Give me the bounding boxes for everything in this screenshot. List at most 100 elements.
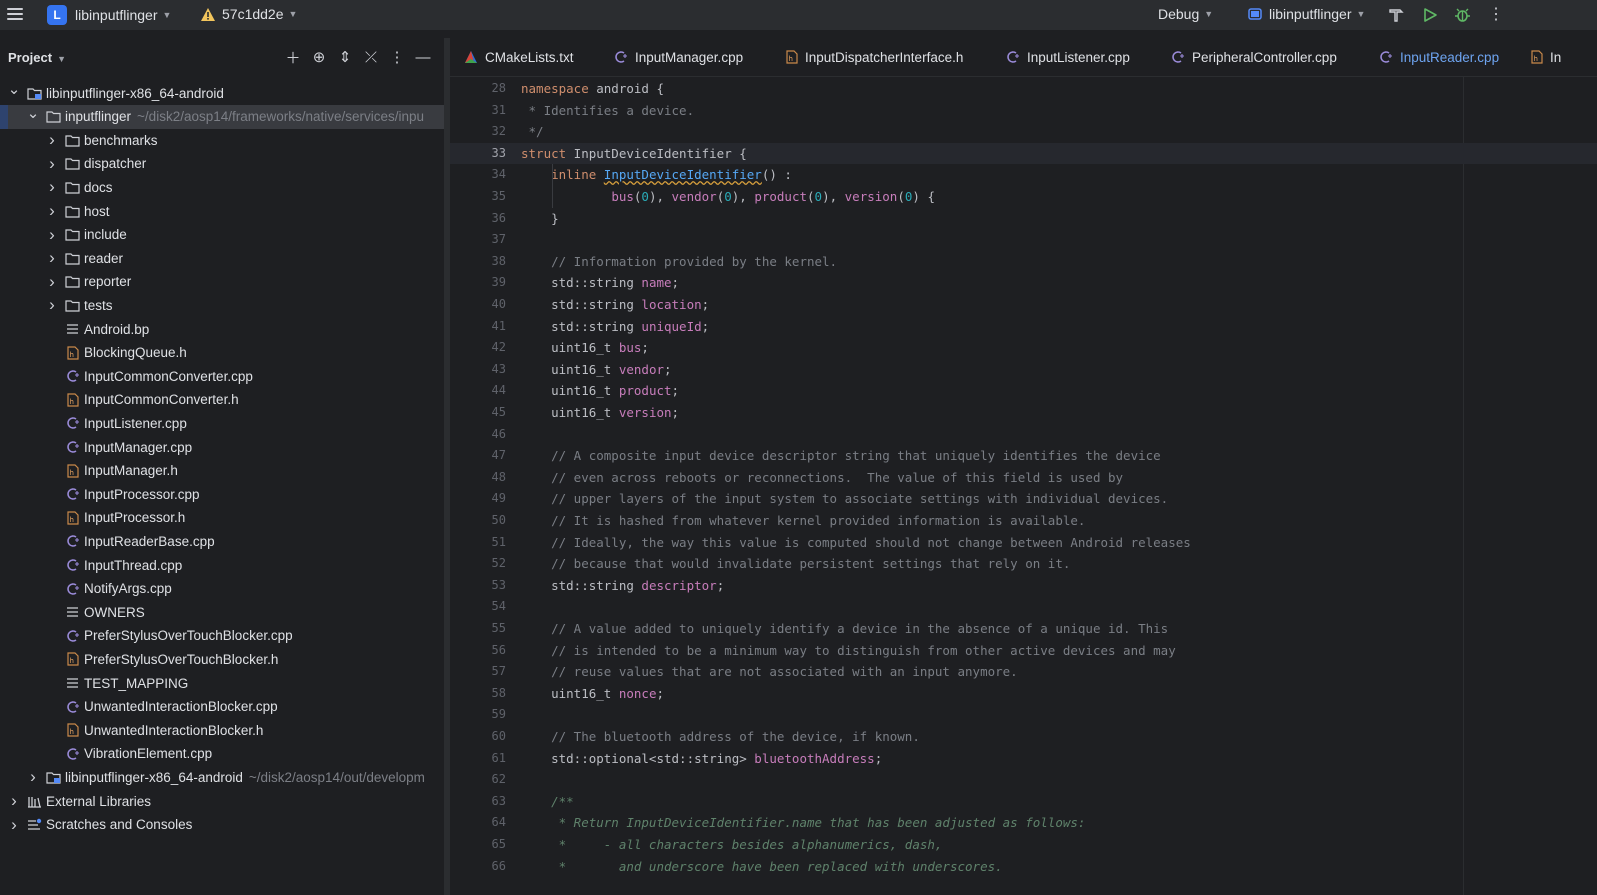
line-number[interactable]: 32	[450, 121, 520, 142]
line-number[interactable]: 48	[450, 467, 520, 488]
chevron-right-icon[interactable]: ›	[27, 767, 39, 787]
tree-node-dispatcher[interactable]: › dispatcher	[0, 152, 444, 176]
line-number[interactable]: 65	[450, 834, 520, 855]
line-number[interactable]: 38	[450, 251, 520, 272]
tree-node-host[interactable]: › host	[0, 199, 444, 223]
line-number[interactable]: 41	[450, 316, 520, 337]
vcs-branch-widget[interactable]: 57c1dd2e ▼	[200, 6, 297, 22]
line-number[interactable]: 43	[450, 359, 520, 380]
chevron-right-icon[interactable]: ›	[46, 154, 58, 174]
tree-node-inputprocessor-cpp[interactable]: InputProcessor.cpp	[0, 482, 444, 506]
line-number[interactable]: 51	[450, 532, 520, 553]
run-icon[interactable]	[1422, 7, 1438, 23]
run-config-selector[interactable]: Debug ▼	[1158, 6, 1213, 22]
tab-in[interactable]: h In	[1530, 38, 1561, 76]
tree-node-vibrationelement-cpp[interactable]: VibrationElement.cpp	[0, 742, 444, 766]
tree-node-inputcommonconverter-cpp[interactable]: InputCommonConverter.cpp	[0, 364, 444, 388]
tree-node-android-bp[interactable]: Android.bp	[0, 317, 444, 341]
code-line[interactable]: // because that would invalidate persist…	[521, 553, 1070, 574]
line-number[interactable]: 58	[450, 683, 520, 704]
tab-inputdispatcherinterface-h[interactable]: h InputDispatcherInterface.h	[785, 38, 963, 76]
code-line[interactable]: // upper layers of the input system to a…	[521, 488, 1168, 509]
tab-peripheralcontroller-cpp[interactable]: PeripheralController.cpp	[1170, 38, 1337, 76]
new-file-icon[interactable]: ＋	[280, 47, 306, 67]
line-number[interactable]: 60	[450, 726, 520, 747]
code-line[interactable]: /**	[521, 791, 574, 812]
code-line[interactable]: std::string name;	[521, 272, 679, 293]
code-line[interactable]: // A composite input device descriptor s…	[521, 445, 1161, 466]
code-line[interactable]: struct InputDeviceIdentifier {	[521, 143, 747, 164]
chevron-right-icon[interactable]: ›	[46, 272, 58, 292]
line-number[interactable]: 55	[450, 618, 520, 639]
code-line[interactable]: * and underscore have been replaced with…	[521, 856, 1003, 877]
line-number[interactable]: 49	[450, 488, 520, 509]
chevron-right-icon[interactable]: ›	[46, 177, 58, 197]
chevron-right-icon[interactable]: ›	[46, 130, 58, 150]
line-number[interactable]: 31	[450, 100, 520, 121]
tree-node-tests[interactable]: › tests	[0, 293, 444, 317]
expand-all-icon[interactable]: ⇕	[332, 47, 358, 67]
line-number[interactable]: 64	[450, 812, 520, 833]
tree-node-include[interactable]: › include	[0, 223, 444, 247]
options-icon[interactable]: ⋮	[384, 47, 410, 67]
tree-node-inputmanager-h[interactable]: h InputManager.h	[0, 459, 444, 483]
code-line[interactable]: // A value added to uniquely identify a …	[521, 618, 1168, 639]
line-number[interactable]: 53	[450, 575, 520, 596]
tree-node-inputcommonconverter-h[interactable]: h InputCommonConverter.h	[0, 388, 444, 412]
line-number[interactable]: 39	[450, 272, 520, 293]
line-number[interactable]: 59	[450, 704, 520, 725]
chevron-down-icon[interactable]: ⌄	[8, 80, 21, 98]
code-line[interactable]: // is intended to be a minimum way to di…	[521, 640, 1176, 661]
tree-node-unwantedinteractionblocker-h[interactable]: h UnwantedInteractionBlocker.h	[0, 718, 444, 742]
chevron-right-icon[interactable]: ›	[46, 248, 58, 268]
tree-node-inputreaderbase-cpp[interactable]: InputReaderBase.cpp	[0, 529, 444, 553]
code-line[interactable]: // reuse values that are not associated …	[521, 661, 1018, 682]
tab-inputlistener-cpp[interactable]: InputListener.cpp	[1005, 38, 1130, 76]
tree-node-benchmarks[interactable]: › benchmarks	[0, 128, 444, 152]
tree-node-scratches-and-consoles[interactable]: › Scratches and Consoles	[0, 813, 444, 837]
tree-node-inputthread-cpp[interactable]: InputThread.cpp	[0, 553, 444, 577]
code-line[interactable]: uint16_t vendor;	[521, 359, 671, 380]
line-number[interactable]: 50	[450, 510, 520, 531]
code-line[interactable]: // It is hashed from whatever kernel pro…	[521, 510, 1085, 531]
code-line[interactable]: uint16_t product;	[521, 380, 679, 401]
code-editor[interactable]: 28 namespace android {31 * Identifies a d…	[450, 77, 1597, 895]
tree-node-preferstylusovertouchblocker-cpp[interactable]: PreferStylusOverTouchBlocker.cpp	[0, 624, 444, 648]
code-line[interactable]: // Ideally, the way this value is comput…	[521, 532, 1191, 553]
hamburger-menu-icon[interactable]	[6, 5, 24, 23]
line-number[interactable]: 63	[450, 791, 520, 812]
chevron-right-icon[interactable]: ›	[46, 225, 58, 245]
code-line[interactable]: namespace android {	[521, 78, 664, 99]
line-number[interactable]: 54	[450, 596, 520, 617]
chevron-right-icon[interactable]: ›	[8, 791, 20, 811]
line-number[interactable]: 34	[450, 164, 520, 185]
target-selector[interactable]: libinputflinger ▼	[1248, 6, 1365, 22]
code-line[interactable]: std::string location;	[521, 294, 709, 315]
line-number[interactable]: 45	[450, 402, 520, 423]
line-number[interactable]: 66	[450, 856, 520, 877]
code-line[interactable]: // The bluetooth address of the device, …	[521, 726, 920, 747]
tree-node-reader[interactable]: › reader	[0, 246, 444, 270]
code-line[interactable]: bus(0), vendor(0), product(0), version(0…	[521, 186, 935, 207]
code-line[interactable]: * Identifies a device.	[521, 100, 695, 121]
line-number[interactable]: 62	[450, 769, 520, 790]
line-number[interactable]: 57	[450, 661, 520, 682]
project-view-selector[interactable]: Project ▼	[8, 50, 66, 65]
tree-node-preferstylusovertouchblocker-h[interactable]: h PreferStylusOverTouchBlocker.h	[0, 647, 444, 671]
code-line[interactable]: uint16_t bus;	[521, 337, 649, 358]
code-line[interactable]: // Information provided by the kernel.	[521, 251, 837, 272]
code-line[interactable]: std::string uniqueId;	[521, 316, 709, 337]
tab-inputmanager-cpp[interactable]: InputManager.cpp	[613, 38, 743, 76]
tree-node-inputflinger[interactable]: ⌄ inputflinger ~/disk2/aosp14/frameworks/n…	[0, 104, 444, 129]
chevron-down-icon[interactable]: ⌄	[27, 104, 40, 122]
code-line[interactable]: */	[521, 121, 544, 142]
tab-cmakelists-txt[interactable]: CMakeLists.txt	[464, 38, 574, 76]
tree-node-owners[interactable]: OWNERS	[0, 600, 444, 624]
code-line[interactable]: * Return InputDeviceIdentifier.name that…	[521, 812, 1086, 833]
hide-pane-icon[interactable]: —	[410, 47, 436, 67]
line-number[interactable]: 37	[450, 229, 520, 250]
chevron-right-icon[interactable]: ›	[46, 295, 58, 315]
line-number[interactable]: 61	[450, 748, 520, 769]
code-line[interactable]: uint16_t version;	[521, 402, 679, 423]
code-line[interactable]: }	[521, 208, 559, 229]
